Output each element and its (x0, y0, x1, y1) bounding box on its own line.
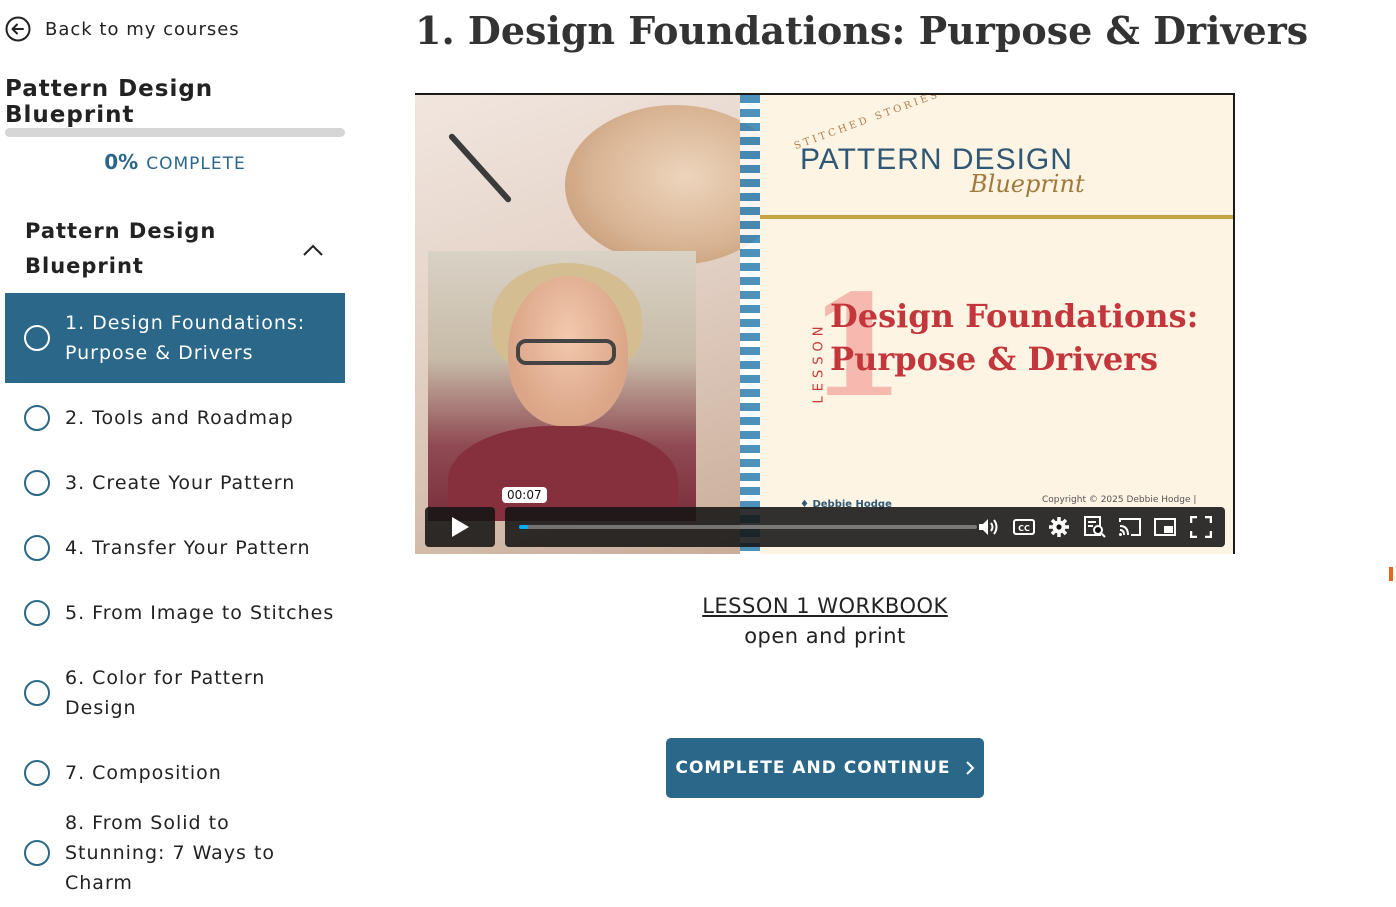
settings-button[interactable] (1047, 515, 1071, 539)
lesson-label: 6. Color for Pattern Design (65, 667, 266, 719)
course-title: Pattern Design Blueprint (5, 76, 214, 128)
video-player[interactable]: STITCHED STORIES PATTERN DESIGN Blueprin… (415, 93, 1235, 554)
lesson-label: 5. From Image to Stitches (65, 602, 335, 624)
course-progress-text: 0% COMPLETE (5, 150, 345, 174)
gear-icon (1049, 517, 1069, 537)
captions-button[interactable]: CC (1012, 515, 1036, 539)
video-control-bar: CC (505, 507, 1225, 547)
video-frame-left (415, 95, 785, 554)
slide-gold-divider (760, 215, 1233, 219)
lesson-label: 3. Create Your Pattern (65, 472, 296, 494)
page-edge-marker (1389, 567, 1393, 581)
complete-button-label: COMPLETE AND CONTINUE (675, 758, 951, 778)
course-progress-bar (5, 128, 345, 137)
workbook-link[interactable]: LESSON 1 WORKBOOK (702, 594, 948, 618)
video-slide: STITCHED STORIES PATTERN DESIGN Blueprin… (760, 95, 1233, 554)
closed-captions-icon: CC (1013, 519, 1035, 535)
transcript-button[interactable] (1083, 515, 1107, 539)
video-timeline[interactable] (519, 525, 977, 529)
progress-label: COMPLETE (146, 154, 246, 174)
lesson-item-7[interactable]: 7. Composition (5, 743, 345, 803)
lesson-status-circle-icon (24, 840, 50, 866)
lesson-status-circle-icon (24, 760, 50, 786)
current-time-tooltip: 00:07 (502, 487, 547, 503)
slide-brand-script: Blueprint (970, 170, 1085, 198)
chevron-up-icon (303, 244, 323, 256)
lesson-status-circle-icon (24, 325, 50, 351)
volume-button[interactable] (977, 515, 1001, 539)
needle-image (447, 132, 513, 204)
lesson-status-circle-icon (24, 470, 50, 496)
slide-lesson-word: LESSON (811, 321, 827, 404)
lesson-label: 7. Composition (65, 762, 222, 784)
play-button[interactable] (425, 507, 495, 547)
lesson-label: 8. From Solid to Stunning: 7 Ways to Cha… (65, 812, 276, 894)
lesson-status-circle-icon (24, 405, 50, 431)
lesson-item-3[interactable]: 3. Create Your Pattern (5, 453, 345, 513)
chevron-right-icon (965, 761, 974, 775)
lesson-item-1[interactable]: 1. Design Foundations: Purpose & Drivers (5, 293, 345, 383)
lesson-title: 1. Design Foundations: Purpose & Drivers (415, 8, 1309, 53)
presenter-webcam (428, 251, 696, 521)
workbook-subtext: open and print (744, 624, 906, 648)
lesson-label: 4. Transfer Your Pattern (65, 537, 311, 559)
section-toggle[interactable]: Pattern Design Blueprint (25, 214, 345, 288)
transcript-search-icon (1084, 516, 1106, 538)
slide-heading: Design Foundations: Purpose & Drivers (830, 297, 1199, 378)
lesson-status-circle-icon (24, 600, 50, 626)
lesson-item-6[interactable]: 6. Color for Pattern Design (5, 648, 345, 738)
lesson-item-2[interactable]: 2. Tools and Roadmap (5, 388, 345, 448)
picture-in-picture-icon (1154, 518, 1176, 536)
lesson-item-4[interactable]: 4. Transfer Your Pattern (5, 518, 345, 578)
picture-in-picture-button[interactable] (1153, 515, 1177, 539)
lesson-status-circle-icon (24, 535, 50, 561)
back-to-courses-link[interactable]: Back to my courses (5, 16, 240, 42)
video-timeline-fill (519, 525, 529, 529)
course-sidebar: Back to my courses Pattern Design Bluepr… (5, 0, 345, 907)
lesson-status-circle-icon (24, 680, 50, 706)
section-title: Pattern Design Blueprint (25, 219, 217, 278)
lesson-label: 1. Design Foundations: Purpose & Drivers (65, 312, 306, 364)
arrow-left-circle-icon (5, 16, 31, 42)
workbook-section: LESSON 1 WORKBOOK open and print (415, 594, 1235, 648)
volume-icon (979, 519, 998, 535)
lesson-item-8[interactable]: 8. From Solid to Stunning: 7 Ways to Cha… (5, 808, 345, 898)
cast-icon (1119, 518, 1141, 536)
lesson-label: 2. Tools and Roadmap (65, 407, 294, 429)
complete-and-continue-button[interactable]: COMPLETE AND CONTINUE (666, 738, 984, 798)
fullscreen-button[interactable] (1189, 515, 1213, 539)
progress-percent: 0% (104, 150, 139, 174)
stitch-divider (740, 95, 760, 554)
svg-text:CC: CC (1018, 524, 1030, 533)
presenter-glasses (516, 339, 616, 365)
fullscreen-icon (1190, 516, 1212, 538)
slide-footer-copyright: Copyright © 2025 Debbie Hodge | (1042, 495, 1197, 505)
lesson-item-5[interactable]: 5. From Image to Stitches (5, 583, 345, 643)
cast-button[interactable] (1118, 515, 1142, 539)
back-link-label: Back to my courses (45, 18, 240, 40)
play-icon (452, 517, 469, 537)
